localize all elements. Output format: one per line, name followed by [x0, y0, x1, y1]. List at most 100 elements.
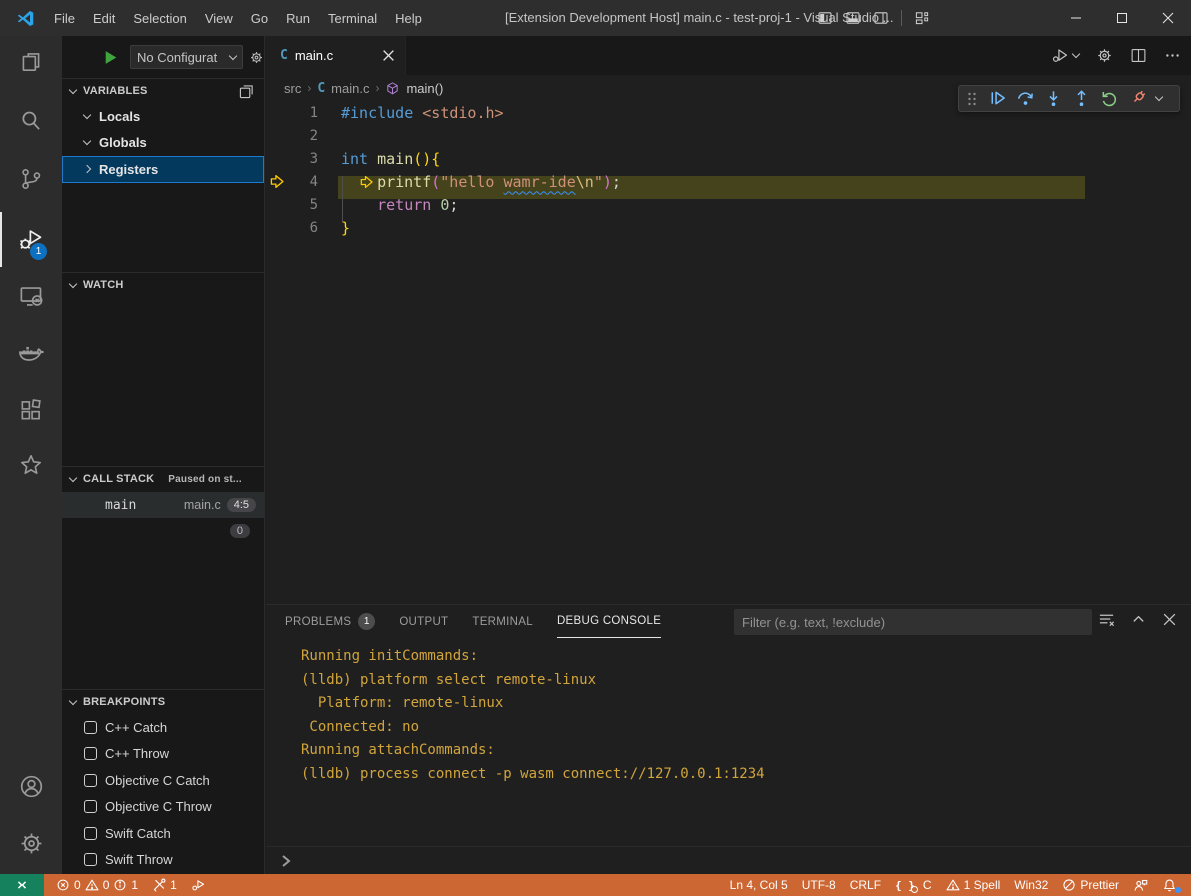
- debug-status-icon[interactable]: [185, 874, 212, 896]
- panel-tab-problems[interactable]: PROBLEMS1: [285, 605, 375, 638]
- disconnect-icon[interactable]: [1128, 89, 1147, 108]
- breakpoint-checkbox[interactable]: [84, 853, 97, 866]
- continue-icon[interactable]: [988, 89, 1007, 108]
- customize-layout-icon[interactable]: [914, 10, 930, 26]
- menu-file[interactable]: File: [45, 11, 84, 26]
- variables-scope-locals[interactable]: Locals: [62, 103, 264, 130]
- watch-section-header[interactable]: WATCH: [62, 272, 264, 297]
- menu-terminal[interactable]: Terminal: [319, 11, 386, 26]
- breakpoint-checkbox[interactable]: [84, 827, 97, 840]
- breakpoint-gutter[interactable]: [266, 147, 288, 170]
- breakpoint-c-catch[interactable]: C++ Catch: [62, 714, 264, 741]
- formatter-status[interactable]: Prettier: [1056, 874, 1125, 896]
- breakpoint-checkbox[interactable]: [84, 747, 97, 760]
- close-panel-icon[interactable]: [1162, 612, 1177, 627]
- breakpoint-gutter[interactable]: [266, 216, 288, 239]
- breakpoint-swift-catch[interactable]: Swift Catch: [62, 820, 264, 847]
- breakpoint-gutter[interactable]: [266, 101, 288, 124]
- breakpoint-objective-c-catch[interactable]: Objective C Catch: [62, 767, 264, 794]
- breadcrumb-folder[interactable]: src: [284, 81, 301, 96]
- menu-help[interactable]: Help: [386, 11, 431, 26]
- debug-settings-gear-icon[interactable]: [249, 50, 264, 65]
- search-icon[interactable]: [17, 107, 45, 135]
- breakpoint-objective-c-throw[interactable]: Objective C Throw: [62, 794, 264, 821]
- step-over-icon[interactable]: [1016, 89, 1035, 108]
- code-editor[interactable]: 1#include <stdio.h>23int main(){4 printf…: [266, 101, 1191, 604]
- feedback-icon[interactable]: [1127, 874, 1154, 896]
- debug-configuration-label: No Configurat: [137, 50, 230, 65]
- tab-main-c[interactable]: C main.c: [266, 36, 406, 75]
- remote-indicator[interactable]: [0, 874, 44, 896]
- platform-target[interactable]: Win32: [1008, 874, 1054, 896]
- breakpoint-swift-throw[interactable]: Swift Throw: [62, 847, 264, 874]
- menu-view[interactable]: View: [196, 11, 242, 26]
- debug-console-input[interactable]: [266, 846, 1191, 874]
- start-debug-icon[interactable]: [102, 49, 119, 66]
- ports-status[interactable]: 1: [146, 874, 183, 896]
- call-stack-section-header[interactable]: CALL STACK Paused on st...: [62, 466, 264, 491]
- minimize-button[interactable]: [1053, 0, 1099, 36]
- debug-configuration-dropdown[interactable]: No Configurat: [130, 45, 243, 69]
- clear-console-icon[interactable]: [1098, 611, 1115, 628]
- run-or-debug-icon[interactable]: [1051, 46, 1079, 65]
- breakpoints-section-header[interactable]: BREAKPOINTS: [62, 689, 264, 714]
- panel-tab-terminal[interactable]: TERMINAL: [472, 605, 533, 638]
- menu-run[interactable]: Run: [277, 11, 319, 26]
- variables-scope-globals[interactable]: Globals: [62, 130, 264, 157]
- collapse-all-icon[interactable]: [239, 84, 254, 99]
- maximize-button[interactable]: [1099, 0, 1145, 36]
- docker-icon[interactable]: [17, 339, 45, 367]
- cursor-position[interactable]: Ln 4, Col 5: [724, 874, 794, 896]
- panel-tab-label: TERMINAL: [472, 616, 533, 628]
- thread-row[interactable]: 0: [62, 518, 264, 544]
- variables-scope-registers[interactable]: Registers: [62, 156, 264, 183]
- breakpoint-gutter[interactable]: [266, 124, 288, 147]
- debug-console-output[interactable]: Running initCommands:(lldb) platform sel…: [266, 645, 1191, 844]
- stack-frame-row[interactable]: main main.c 4:5: [62, 492, 264, 518]
- breakpoint-checkbox[interactable]: [84, 774, 97, 787]
- chevron-down-icon[interactable]: [1155, 93, 1163, 101]
- toggle-secondary-sidebar-icon[interactable]: [873, 10, 889, 26]
- step-into-icon[interactable]: [1044, 89, 1063, 108]
- extensions-icon[interactable]: [17, 396, 45, 424]
- menu-go[interactable]: Go: [242, 11, 277, 26]
- account-icon[interactable]: [17, 772, 45, 800]
- split-editor-icon[interactable]: [1130, 47, 1147, 64]
- source-control-icon[interactable]: [17, 165, 45, 193]
- editor-settings-gear-icon[interactable]: [1096, 47, 1113, 64]
- spell-checker-status[interactable]: 1 Spell: [940, 874, 1007, 896]
- breadcrumb-symbol[interactable]: main(): [406, 81, 443, 96]
- more-actions-icon[interactable]: [1164, 47, 1181, 64]
- toolbar-drag-grip[interactable]: [965, 91, 979, 107]
- step-out-icon[interactable]: [1072, 89, 1091, 108]
- language-mode[interactable]: { } C: [889, 874, 938, 896]
- variables-section-header[interactable]: VARIABLES: [62, 78, 264, 103]
- console-filter-input[interactable]: [734, 609, 1092, 635]
- panel-tab-debug-console[interactable]: DEBUG CONSOLE: [557, 605, 661, 638]
- remote-explorer-icon[interactable]: [17, 282, 45, 310]
- breadcrumb-file[interactable]: main.c: [331, 81, 369, 96]
- close-tab-icon[interactable]: [382, 49, 395, 62]
- breakpoint-c-throw[interactable]: C++ Throw: [62, 741, 264, 768]
- restart-icon[interactable]: [1100, 89, 1119, 108]
- breakpoint-gutter[interactable]: [266, 170, 288, 193]
- breakpoint-gutter[interactable]: [266, 193, 288, 216]
- close-button[interactable]: [1145, 0, 1191, 36]
- toggle-sidebar-icon[interactable]: [817, 10, 833, 26]
- notifications-bell-icon[interactable]: [1156, 874, 1183, 896]
- menu-selection[interactable]: Selection: [124, 11, 195, 26]
- breakpoint-checkbox[interactable]: [84, 721, 97, 734]
- eol-sequence[interactable]: CRLF: [844, 874, 887, 896]
- code-token: ": [594, 173, 603, 191]
- star-icon[interactable]: [17, 451, 45, 479]
- code-line-6: 6}: [266, 216, 1191, 239]
- problems-status[interactable]: 0 0 1: [50, 874, 144, 896]
- encoding[interactable]: UTF-8: [796, 874, 842, 896]
- breakpoint-checkbox[interactable]: [84, 800, 97, 813]
- toggle-panel-icon[interactable]: [845, 10, 861, 26]
- maximize-panel-icon[interactable]: [1131, 612, 1146, 627]
- explorer-icon[interactable]: [17, 48, 45, 76]
- settings-gear-icon[interactable]: [17, 829, 45, 857]
- panel-tab-output[interactable]: OUTPUT: [399, 605, 448, 638]
- menu-edit[interactable]: Edit: [84, 11, 124, 26]
